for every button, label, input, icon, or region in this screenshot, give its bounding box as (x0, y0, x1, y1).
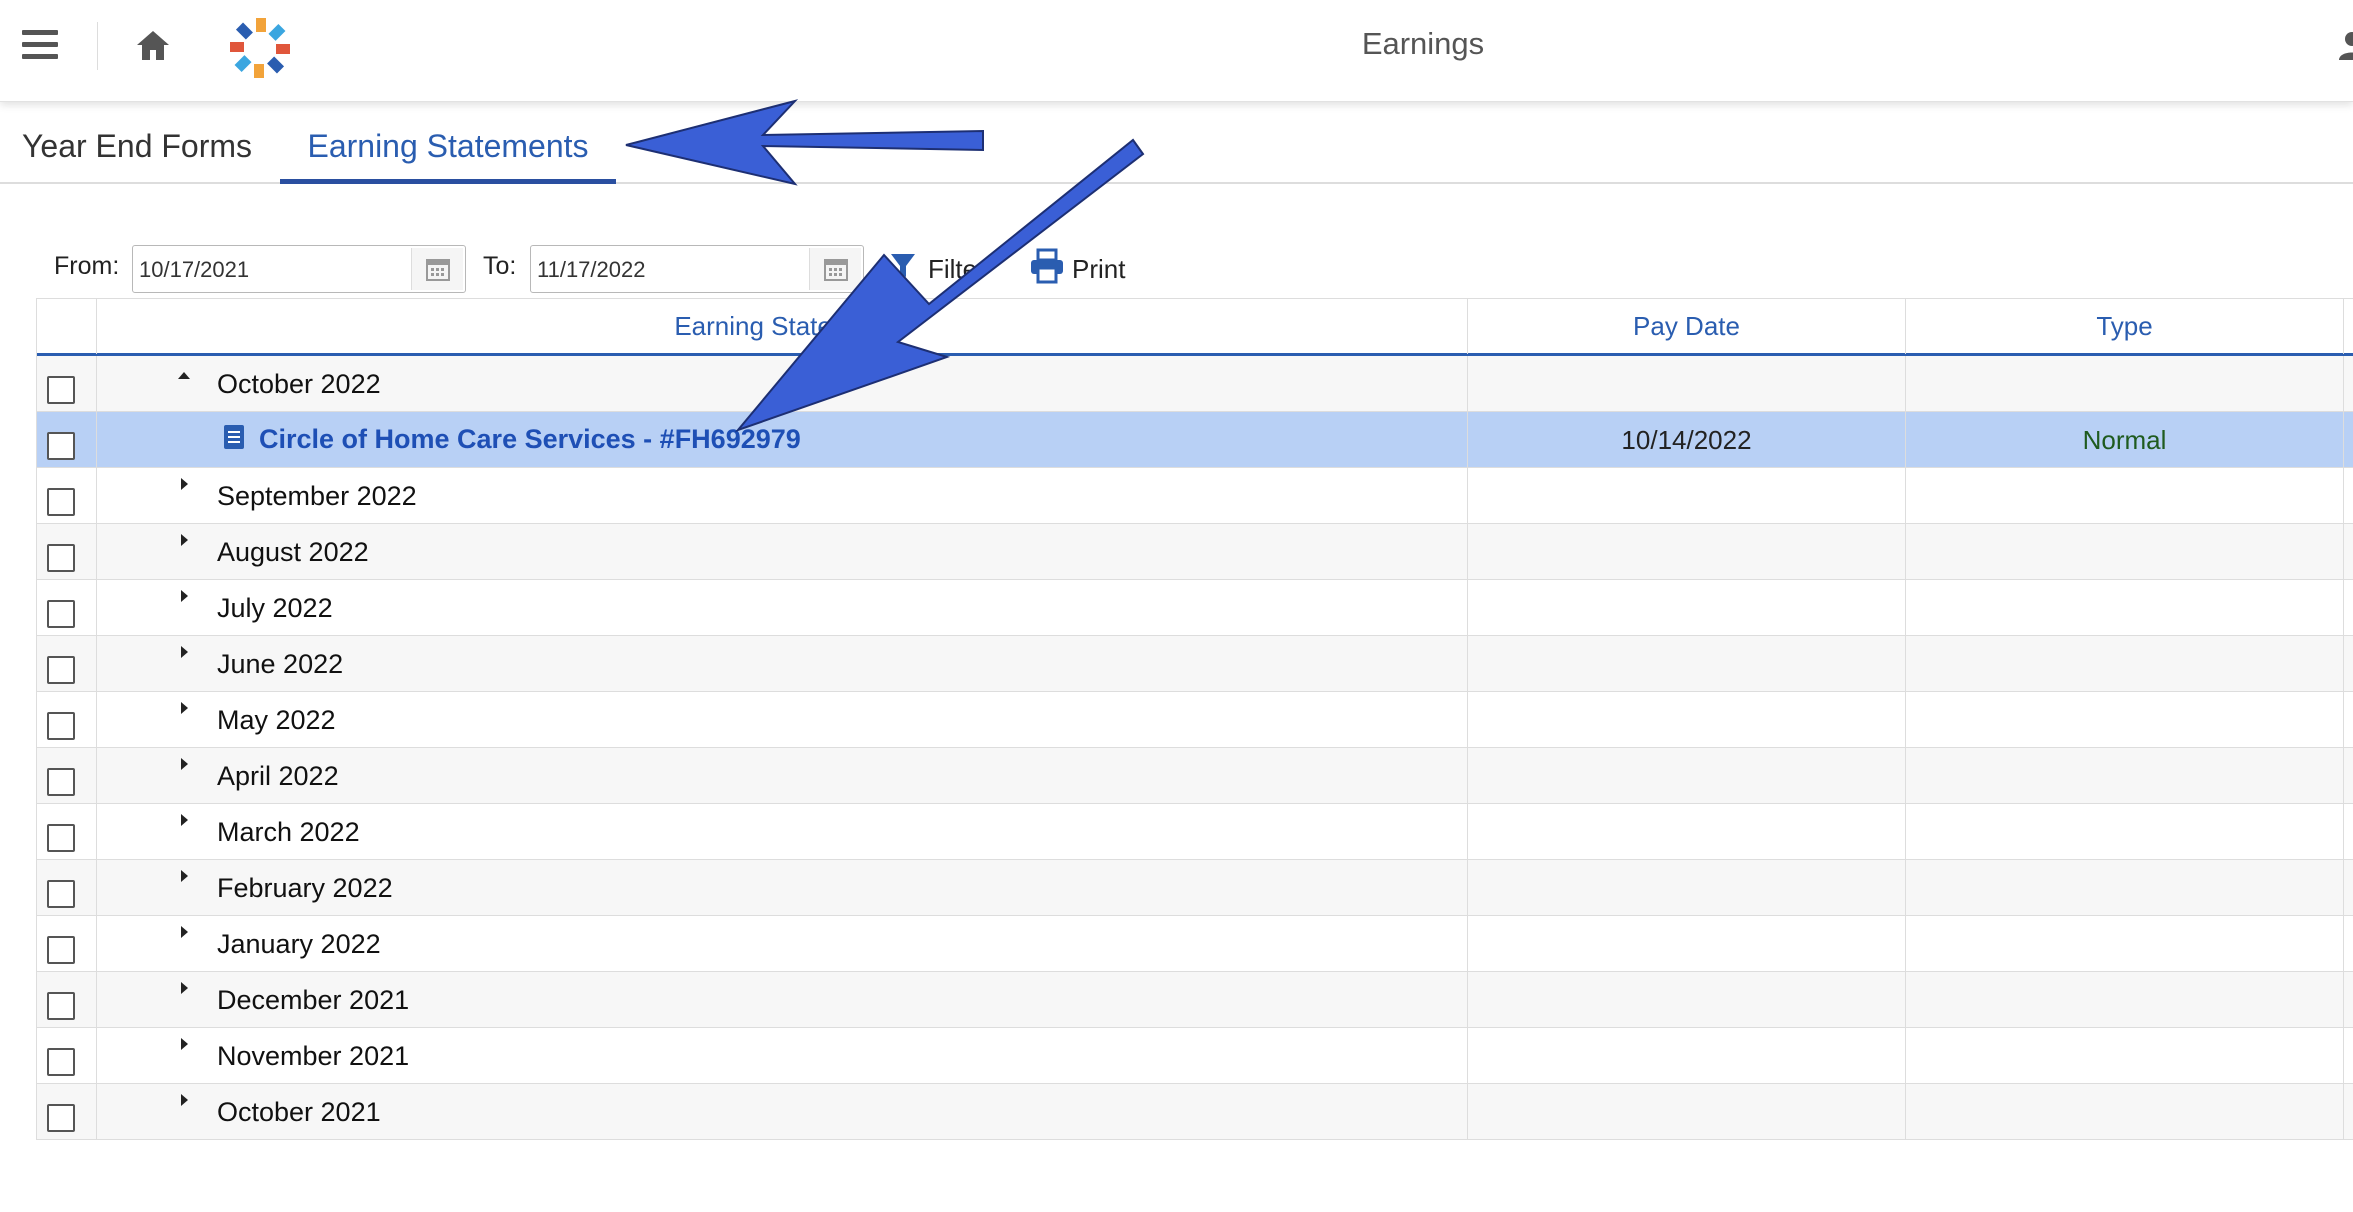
row-checkbox[interactable] (47, 656, 75, 684)
header-divider (97, 22, 98, 70)
user-icon[interactable] (2337, 30, 2353, 60)
statement-link[interactable]: Circle of Home Care Services - #FH692979 (259, 424, 801, 455)
row-checkbox[interactable] (47, 824, 75, 852)
expand-caret-icon[interactable] (181, 590, 188, 602)
document-icon (224, 425, 244, 449)
row-checkbox[interactable] (47, 600, 75, 628)
to-date-value: 11/17/2022 (537, 257, 646, 282)
group-row[interactable]: December 2021 (37, 972, 2353, 1028)
column-header-pay-date[interactable]: Pay Date (1468, 299, 1906, 354)
from-label: From: (54, 252, 120, 280)
row-checkbox[interactable] (47, 488, 75, 516)
group-row[interactable]: October 2022 (37, 356, 2353, 412)
from-date-value: 10/17/2021 (139, 257, 250, 282)
group-label: November 2021 (217, 1041, 410, 1071)
group-label: October 2021 (217, 1097, 381, 1127)
group-label: October 2022 (217, 369, 381, 399)
group-label: June 2022 (217, 649, 344, 679)
group-label: September 2022 (217, 481, 417, 511)
row-checkbox[interactable] (47, 432, 75, 460)
filter-icon (891, 254, 915, 277)
row-checkbox[interactable] (47, 1104, 75, 1132)
row-checkbox[interactable] (47, 376, 75, 404)
expand-caret-icon[interactable] (181, 926, 188, 938)
group-label: January 2022 (217, 929, 381, 959)
from-date-field[interactable]: 10/17/2021 (132, 245, 466, 293)
printer-icon (1031, 248, 1063, 284)
group-row[interactable]: June 2022 (37, 636, 2353, 692)
print-label: Print (1072, 254, 1126, 284)
group-label: July 2022 (217, 593, 333, 623)
group-row[interactable]: February 2022 (37, 860, 2353, 916)
group-label: August 2022 (217, 537, 369, 567)
expand-caret-icon[interactable] (181, 870, 188, 882)
filter-label: Filter (928, 254, 986, 284)
group-row[interactable]: May 2022 (37, 692, 2353, 748)
row-checkbox[interactable] (47, 992, 75, 1020)
group-row[interactable]: January 2022 (37, 916, 2353, 972)
row-checkbox[interactable] (47, 768, 75, 796)
expand-caret-icon[interactable] (181, 814, 188, 826)
header-checkbox-column (37, 299, 97, 354)
expand-caret-icon[interactable] (181, 478, 188, 490)
group-row[interactable]: October 2021 (37, 1084, 2353, 1140)
group-row[interactable]: November 2021 (37, 1028, 2353, 1084)
row-checkbox[interactable] (47, 880, 75, 908)
hamburger-menu-icon[interactable] (22, 30, 58, 60)
row-checkbox[interactable] (47, 544, 75, 572)
to-date-field[interactable]: 11/17/2022 (530, 245, 864, 293)
pay-date-cell: 10/14/2022 (1468, 412, 1906, 467)
tab-year-end-forms[interactable]: Year End Forms (22, 118, 252, 184)
row-checkbox[interactable] (47, 936, 75, 964)
expand-caret-icon[interactable] (181, 534, 188, 546)
expand-caret-icon[interactable] (181, 702, 188, 714)
filter-toolbar: From: 10/17/2021 To: 11/17/2022 Filter P… (0, 240, 2353, 296)
earning-statements-grid: Earning Statement Pay Date Type October … (36, 298, 2353, 1140)
app-header: Earnings (0, 0, 2353, 102)
tab-bar: Year End Forms Earning Statements (0, 118, 2353, 184)
row-checkbox[interactable] (47, 712, 75, 740)
tab-earning-statements[interactable]: Earning Statements (280, 118, 616, 184)
group-row[interactable]: September 2022 (37, 468, 2353, 524)
group-label: May 2022 (217, 705, 336, 735)
home-icon[interactable] (135, 28, 171, 62)
statement-row[interactable]: Circle of Home Care Services - #FH692979… (37, 412, 2353, 468)
group-label: February 2022 (217, 873, 393, 903)
group-label: March 2022 (217, 817, 360, 847)
row-checkbox[interactable] (47, 1048, 75, 1076)
expand-caret-icon[interactable] (181, 1038, 188, 1050)
expand-caret-icon[interactable] (181, 982, 188, 994)
calendar-icon[interactable] (809, 248, 861, 290)
group-label: April 2022 (217, 761, 339, 791)
group-row[interactable]: March 2022 (37, 804, 2353, 860)
company-logo[interactable] (220, 8, 300, 88)
expand-caret-icon[interactable] (181, 758, 188, 770)
group-row[interactable]: April 2022 (37, 748, 2353, 804)
column-header-earning-statement[interactable]: Earning Statement (97, 299, 1468, 354)
calendar-icon[interactable] (411, 248, 463, 290)
column-header-type[interactable]: Type (1906, 299, 2344, 354)
group-label: December 2021 (217, 985, 410, 1015)
group-row[interactable]: July 2022 (37, 580, 2353, 636)
expand-caret-icon[interactable] (181, 1094, 188, 1106)
expand-caret-icon[interactable] (181, 646, 188, 658)
type-cell: Normal (1906, 412, 2344, 467)
collapse-caret-icon[interactable] (178, 372, 190, 379)
to-label: To: (483, 252, 517, 280)
group-row[interactable]: August 2022 (37, 524, 2353, 580)
grid-header: Earning Statement Pay Date Type (37, 298, 2353, 356)
page-title: Earnings (1361, 26, 1485, 61)
